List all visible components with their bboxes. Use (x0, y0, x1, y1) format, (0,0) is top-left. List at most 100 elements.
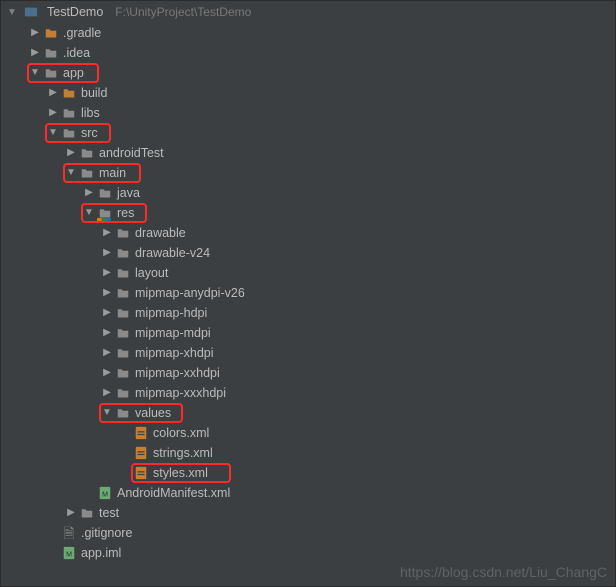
svg-text:M: M (102, 492, 108, 499)
chevron-right-icon[interactable] (101, 363, 113, 383)
chevron-right-icon[interactable] (47, 103, 59, 123)
tree-row[interactable]: mipmap-xxhdpi (1, 363, 615, 383)
folder-icon (115, 285, 131, 301)
tree-row[interactable]: res (1, 203, 615, 223)
tree-item-label: strings.xml (153, 443, 213, 463)
project-expand-arrow[interactable] (7, 7, 17, 18)
tree-item-label: res (117, 203, 134, 223)
chevron-right-icon[interactable] (29, 23, 41, 43)
tree-row[interactable]: app (1, 63, 615, 83)
folder-icon (43, 25, 59, 41)
tree-row[interactable]: colors.xml (1, 423, 615, 443)
tree-item-label: app.iml (81, 543, 121, 563)
tree-item-label: libs (81, 103, 100, 123)
folder-icon (115, 365, 131, 381)
tree-item-label: mipmap-xxhdpi (135, 363, 220, 383)
folder-icon (115, 245, 131, 261)
tree-row[interactable]: mipmap-hdpi (1, 303, 615, 323)
folder-icon (43, 45, 59, 61)
tree-row[interactable]: M AndroidManifest.xml (1, 483, 615, 503)
folder-icon (43, 65, 59, 81)
tree-row[interactable]: mipmap-xhdpi (1, 343, 615, 363)
tree-row[interactable]: main (1, 163, 615, 183)
chevron-right-icon[interactable] (65, 143, 77, 163)
xml-file-icon (133, 465, 149, 481)
chevron-down-icon[interactable] (83, 203, 95, 223)
chevron-right-icon[interactable] (47, 83, 59, 103)
tree-item-label: mipmap-xhdpi (135, 343, 214, 363)
folder-icon (79, 505, 95, 521)
xml-file-icon (133, 445, 149, 461)
manifest-file-icon: M (61, 545, 77, 561)
tree-item-label: styles.xml (153, 463, 208, 483)
folder-icon (115, 265, 131, 281)
project-title: TestDemo (47, 5, 103, 19)
tree-row[interactable]: androidTest (1, 143, 615, 163)
project-tree[interactable]: .gradle.ideaappbuildlibssrcandroidTestma… (1, 23, 615, 563)
tree-item-label: mipmap-hdpi (135, 303, 207, 323)
project-icon (23, 4, 39, 20)
tree-item-label: drawable (135, 223, 186, 243)
folder-icon (115, 345, 131, 361)
tree-item-label: colors.xml (153, 423, 209, 443)
svg-text:M: M (66, 552, 72, 559)
chevron-right-icon[interactable] (29, 43, 41, 63)
chevron-right-icon[interactable] (101, 223, 113, 243)
chevron-down-icon[interactable] (65, 163, 77, 183)
tree-row[interactable]: libs (1, 103, 615, 123)
chevron-down-icon[interactable] (47, 123, 59, 143)
tree-row[interactable]: mipmap-mdpi (1, 323, 615, 343)
chevron-right-icon[interactable] (101, 283, 113, 303)
tree-row[interactable]: styles.xml (1, 463, 615, 483)
tree-item-label: test (99, 503, 119, 523)
chevron-right-icon[interactable] (65, 503, 77, 523)
folder-icon (79, 165, 95, 181)
tree-item-label: mipmap-xxxhdpi (135, 383, 226, 403)
chevron-right-icon[interactable] (101, 303, 113, 323)
xml-file-icon (133, 425, 149, 441)
tree-row[interactable]: .gradle (1, 23, 615, 43)
tree-row[interactable]: Mapp.iml (1, 543, 615, 563)
tree-row[interactable]: 🗎.gitignore (1, 523, 615, 543)
tree-row[interactable]: test (1, 503, 615, 523)
tree-row[interactable]: mipmap-anydpi-v26 (1, 283, 615, 303)
chevron-down-icon[interactable] (29, 63, 41, 83)
manifest-file-icon: M (97, 485, 113, 501)
tree-item-label: build (81, 83, 107, 103)
tree-row[interactable]: values (1, 403, 615, 423)
chevron-right-icon[interactable] (101, 263, 113, 283)
tree-row[interactable]: .idea (1, 43, 615, 63)
tree-row[interactable]: mipmap-xxxhdpi (1, 383, 615, 403)
project-header: TestDemo F:\UnityProject\TestDemo (1, 1, 615, 23)
tree-item-label: drawable-v24 (135, 243, 210, 263)
tree-item-label: app (63, 63, 84, 83)
chevron-right-icon[interactable] (101, 243, 113, 263)
tree-item-label: java (117, 183, 140, 203)
tree-row[interactable]: drawable (1, 223, 615, 243)
folder-icon (115, 305, 131, 321)
tree-row[interactable]: src (1, 123, 615, 143)
tree-row[interactable]: drawable-v24 (1, 243, 615, 263)
folder-icon (61, 125, 77, 141)
tree-item-label: values (135, 403, 171, 423)
tree-item-label: src (81, 123, 98, 143)
tree-item-label: mipmap-anydpi-v26 (135, 283, 245, 303)
folder-icon (79, 145, 95, 161)
chevron-down-icon[interactable] (101, 403, 113, 423)
tree-row[interactable]: layout (1, 263, 615, 283)
chevron-right-icon[interactable] (101, 383, 113, 403)
folder-res-icon (97, 205, 113, 221)
chevron-right-icon[interactable] (83, 183, 95, 203)
tree-item-label: AndroidManifest.xml (117, 483, 230, 503)
chevron-right-icon[interactable] (101, 323, 113, 343)
chevron-right-icon[interactable] (101, 343, 113, 363)
tree-row[interactable]: build (1, 83, 615, 103)
text-file-icon: 🗎 (61, 525, 77, 541)
tree-item-label: .gradle (63, 23, 101, 43)
folder-icon (61, 105, 77, 121)
tree-item-label: layout (135, 263, 168, 283)
tree-item-label: androidTest (99, 143, 164, 163)
folder-icon (115, 405, 131, 421)
tree-row[interactable]: strings.xml (1, 443, 615, 463)
tree-row[interactable]: java (1, 183, 615, 203)
